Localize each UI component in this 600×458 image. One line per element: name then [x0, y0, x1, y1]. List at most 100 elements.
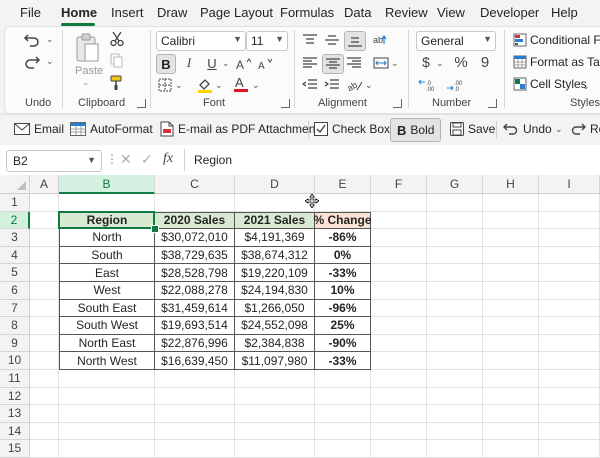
email-pdf-button[interactable]: E-mail as PDF Attachment [160, 118, 319, 140]
grid-cell[interactable] [59, 440, 155, 458]
grid-cell[interactable] [371, 264, 427, 282]
formula-input[interactable]: Region [194, 153, 232, 167]
grid-cell[interactable] [539, 229, 600, 247]
grid-cell[interactable] [539, 405, 600, 423]
font-size-combo[interactable]: 11 ▼ [246, 31, 288, 51]
grid-cell[interactable] [371, 299, 427, 318]
alignment-launcher-icon[interactable] [393, 99, 402, 108]
menu-home[interactable]: Home [61, 5, 97, 20]
grid-cell[interactable] [427, 282, 483, 300]
menu-page-layout[interactable]: Page Layout [200, 5, 273, 20]
grid-cell[interactable] [371, 246, 427, 265]
table-cell[interactable]: $31,459,614 [155, 299, 235, 318]
bold-button[interactable]: B [156, 54, 176, 74]
undo-dropdown-icon[interactable]: ⌄ [46, 34, 54, 45]
align-middle-icon[interactable] [322, 31, 342, 49]
paste-label[interactable]: Paste [75, 65, 103, 77]
paste-dropdown-icon[interactable]: ⌄ [82, 77, 90, 88]
grid-cell[interactable] [427, 370, 483, 388]
enter-check-icon[interactable]: ✓ [141, 151, 153, 168]
grid-cell[interactable] [30, 387, 59, 406]
grid-cell[interactable] [30, 229, 59, 247]
orientation-dropdown-icon[interactable]: ⌄ [365, 80, 373, 91]
align-left-icon[interactable] [300, 54, 320, 72]
row-header-9[interactable]: 9 [0, 334, 30, 353]
grid-cell[interactable] [539, 370, 600, 388]
autoformat-button[interactable]: AutoFormat [70, 118, 153, 140]
menu-review[interactable]: Review [385, 5, 428, 20]
row-header-2[interactable]: 2 [0, 211, 30, 230]
row-header-13[interactable]: 13 [0, 405, 30, 423]
copy-icon[interactable] [108, 52, 126, 70]
grid-cell[interactable] [371, 352, 427, 370]
grid-cell[interactable] [155, 422, 235, 441]
grid-cell[interactable] [483, 352, 539, 370]
underline-dropdown-icon[interactable]: ⌄ [222, 58, 230, 69]
grid-cell[interactable] [59, 387, 155, 406]
grid-cell[interactable] [539, 352, 600, 370]
table-cell[interactable]: 0% [315, 246, 371, 265]
column-header-d[interactable]: D [235, 175, 315, 194]
grid-cell[interactable] [371, 211, 427, 230]
grid-cell[interactable] [427, 352, 483, 370]
table-row-label[interactable]: North [59, 229, 155, 247]
table-cell[interactable]: $2,384,838 [235, 334, 315, 353]
table-row-label[interactable]: North West [59, 352, 155, 370]
grid-cell[interactable] [371, 334, 427, 353]
grid-cell[interactable] [315, 422, 371, 441]
font-color-dropdown-icon[interactable]: ⌄ [252, 80, 260, 91]
select-all-button[interactable] [0, 175, 30, 194]
grid-cell[interactable] [371, 317, 427, 335]
grid-cell[interactable] [371, 282, 427, 300]
table-cell[interactable]: $24,552,098 [235, 317, 315, 335]
menu-view[interactable]: View [437, 5, 465, 20]
grid-cell[interactable] [539, 334, 600, 353]
grid-cell[interactable] [155, 440, 235, 458]
table-cell[interactable]: $19,220,109 [235, 264, 315, 282]
table-header-cell[interactable]: % Change [314, 211, 372, 230]
menu-draw[interactable]: Draw [157, 5, 187, 20]
format-painter-icon[interactable] [108, 74, 126, 92]
table-cell[interactable]: $4,191,369 [235, 229, 315, 247]
grid-cell[interactable] [315, 405, 371, 423]
grid-cell[interactable] [371, 229, 427, 247]
merge-dropdown-icon[interactable]: ⌄ [391, 58, 399, 69]
row-header-6[interactable]: 6 [0, 282, 30, 300]
grid-cell[interactable] [427, 299, 483, 318]
grid-cell[interactable] [235, 370, 315, 388]
undo-icon[interactable] [20, 30, 44, 50]
grid-cell[interactable] [30, 246, 59, 265]
menu-data[interactable]: Data [344, 5, 371, 20]
format-as-table-button[interactable]: Format as Table [530, 55, 600, 69]
fill-color-icon[interactable] [196, 76, 214, 94]
column-header-a[interactable]: A [30, 175, 59, 194]
redo-icon[interactable] [20, 52, 44, 72]
grid-cell[interactable] [235, 387, 315, 406]
grid-cell[interactable] [371, 370, 427, 388]
table-cell[interactable]: -96% [315, 299, 371, 318]
grid-cell[interactable] [427, 440, 483, 458]
grid-cell[interactable] [235, 422, 315, 441]
italic-button[interactable]: I [180, 54, 198, 72]
increase-decimal-icon[interactable]: .0.00 [418, 76, 440, 94]
decrease-decimal-icon[interactable]: .00.0 [446, 76, 468, 94]
grid-cell[interactable] [483, 334, 539, 353]
grid-cell[interactable] [427, 211, 483, 230]
grid-cell[interactable] [30, 282, 59, 300]
grid-cell[interactable] [59, 405, 155, 423]
row-header-3[interactable]: 3 [0, 229, 30, 247]
redo-dropdown-icon[interactable]: ⌄ [46, 56, 54, 67]
grid-cell[interactable] [539, 317, 600, 335]
column-header-f[interactable]: F [371, 175, 427, 194]
grid-cell[interactable] [539, 299, 600, 318]
font-color-icon[interactable]: A [232, 74, 250, 94]
font-name-combo[interactable]: Calibri ▼ [156, 31, 246, 51]
grid-cell[interactable] [30, 317, 59, 335]
grid-cell[interactable] [371, 387, 427, 406]
grid-cell[interactable] [483, 387, 539, 406]
grid-cell[interactable] [59, 370, 155, 388]
row-header-4[interactable]: 4 [0, 246, 30, 265]
row-header-15[interactable]: 15 [0, 440, 30, 458]
grid-cell[interactable] [483, 422, 539, 441]
table-cell[interactable]: $22,088,278 [155, 282, 235, 300]
